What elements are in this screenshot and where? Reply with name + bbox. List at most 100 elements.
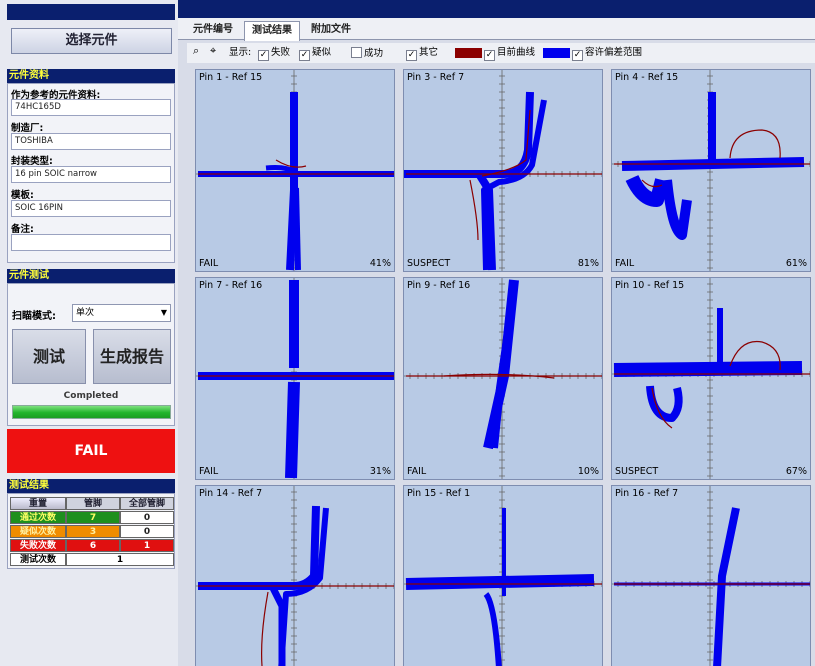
result-row-label: 疑似次数 [10, 525, 66, 538]
top-title-bar [178, 0, 815, 18]
curve-plot[interactable]: Pin 9 - Ref 16 FAIL 10% [403, 277, 603, 480]
scan-mode-select[interactable]: 单次 ▼ [72, 304, 171, 322]
fail-filter-label: 失败 [271, 47, 291, 58]
curve-plot-graph [612, 278, 810, 479]
curve-plot[interactable]: Pin 15 - Ref 1 [403, 485, 603, 666]
curve-plot-graph [612, 70, 810, 271]
tolerance-band [646, 385, 683, 422]
tolerance-band [286, 92, 298, 271]
other-filter-checkbox[interactable]: ✓ 其它 [406, 47, 438, 61]
test-results-title: 测试结果 [7, 479, 175, 493]
scan-mode-value: 单次 [76, 308, 95, 318]
zoom-out-icon[interactable]: ⌖ [210, 45, 216, 57]
plot-axes [612, 486, 810, 666]
plot-status: SUSPECT [407, 258, 451, 269]
current-curve [729, 129, 781, 159]
result-row-all-pins: 0 [120, 525, 174, 538]
notes-field[interactable] [11, 234, 171, 251]
curve-plot[interactable]: Pin 16 - Ref 7 [611, 485, 811, 666]
all-pins-header: 全部管脚 [120, 497, 174, 510]
total-tests-label: 测试次数 [10, 553, 66, 566]
pass-filter-label: 成功 [364, 48, 384, 59]
template-field[interactable]: SOIC 16PIN [11, 200, 171, 217]
maker-label: 制造厂: [11, 123, 44, 134]
plot-title: Pin 16 - Ref 7 [615, 488, 679, 499]
plot-match-percent: 81% [577, 258, 599, 269]
curve-plot-graph [404, 486, 602, 666]
checkbox-checked-icon[interactable]: ✓ [484, 50, 495, 61]
result-row-label: 失败次数 [10, 539, 66, 552]
plot-match-percent: 31% [369, 466, 391, 477]
result-row-pins: 3 [66, 525, 120, 538]
tolerance-band [404, 91, 534, 178]
package-label: 封装类型: [11, 156, 53, 167]
plot-axis-line [196, 486, 394, 666]
plot-axes [612, 278, 810, 479]
maker-field[interactable]: TOSHIBA [11, 133, 171, 150]
checkbox-checked-icon[interactable]: ✓ [299, 50, 310, 61]
plot-match-percent: 41% [369, 258, 391, 269]
result-banner: FAIL [7, 429, 175, 473]
display-label: 显示: [229, 47, 252, 58]
tab-component-id[interactable]: 元件编号 [184, 21, 242, 40]
test-results-panel: 重置 管脚 全部管脚 通过次数 7 0 疑似次数 3 0 失败次数 6 1 测试次数 1 [7, 493, 175, 569]
tolerance-checkbox[interactable]: ✓ 容许偏差范围 [572, 47, 642, 61]
plot-grid: Pin 1 - Ref 15 FAIL 41% Pin 3 - Ref 7 SUSPEC… [187, 64, 815, 666]
current-curve-checkbox[interactable]: ✓ 目前曲线 [484, 47, 535, 61]
curve-plot-graph [404, 70, 602, 271]
current-curve [469, 179, 479, 241]
tolerance-band [483, 592, 502, 666]
curve-plot[interactable]: Pin 10 - Ref 15 SUSPECT 67% [611, 277, 811, 480]
dropdown-arrow-icon[interactable]: ▼ [161, 305, 167, 321]
plot-axes [196, 486, 394, 666]
package-field[interactable]: 16 pin SOIC narrow [11, 166, 171, 183]
plot-match-percent: 67% [785, 466, 807, 477]
tolerance-band [285, 381, 300, 479]
plot-axis-line [612, 486, 810, 666]
curve-plot-graph [404, 278, 602, 479]
curve-plot-graph [196, 278, 394, 479]
pins-header: 管脚 [66, 497, 120, 510]
result-row-all-pins: 0 [120, 511, 174, 524]
result-row-all-pins: 1 [120, 539, 174, 552]
tab-bar: 元件编号 测试结果 附加文件 [178, 18, 815, 41]
reference-field[interactable]: 74HC165D [11, 99, 171, 116]
tolerance-swatch [543, 48, 570, 58]
plot-status: FAIL [199, 258, 219, 269]
total-tests-value: 1 [66, 553, 174, 566]
select-component-button[interactable]: 选择元件 [11, 28, 172, 54]
curve-plot[interactable]: Pin 1 - Ref 15 FAIL 41% [195, 69, 395, 272]
test-button[interactable]: 测试 [12, 329, 86, 384]
checkbox-checked-icon[interactable]: ✓ [258, 50, 269, 61]
curve-plot[interactable]: Pin 7 - Ref 16 FAIL 31% [195, 277, 395, 480]
curve-plot-graph [612, 486, 810, 666]
plot-title: Pin 1 - Ref 15 [199, 72, 263, 83]
current-curve-label: 目前曲线 [497, 47, 536, 58]
tolerance-band [198, 505, 320, 590]
generate-report-button[interactable]: 生成报告 [93, 329, 171, 384]
checkbox-unchecked-icon[interactable] [351, 47, 362, 58]
reset-button[interactable]: 重置 [10, 497, 66, 510]
tab-attachments[interactable]: 附加文件 [302, 21, 360, 40]
component-test-title: 元件测试 [7, 269, 175, 283]
fail-filter-checkbox[interactable]: ✓ 失败 [258, 47, 290, 61]
curve-plot[interactable]: Pin 14 - Ref 7 [195, 485, 395, 666]
other-filter-label: 其它 [419, 47, 439, 58]
left-panel: 选择元件 元件资料 作为参考的元件资料: 74HC165D 制造厂: TOSHI… [0, 0, 178, 666]
curve-plot[interactable]: Pin 4 - Ref 15 FAIL 61% [611, 69, 811, 272]
suspect-filter-checkbox[interactable]: ✓ 疑似 [299, 47, 331, 61]
curve-plot-graph [196, 486, 394, 666]
plot-status: FAIL [615, 258, 635, 269]
pass-filter-checkbox[interactable]: 成功 [351, 47, 383, 60]
checkbox-checked-icon[interactable]: ✓ [406, 50, 417, 61]
zoom-in-icon[interactable]: ⌕ [193, 45, 199, 57]
notes-label: 备注: [11, 224, 34, 235]
tolerance-band [713, 507, 740, 666]
plot-title: Pin 10 - Ref 15 [615, 280, 685, 291]
curve-plot[interactable]: Pin 3 - Ref 7 SUSPECT 81% [403, 69, 603, 272]
plot-title: Pin 7 - Ref 16 [199, 280, 263, 291]
checkbox-checked-icon[interactable]: ✓ [572, 50, 583, 61]
tab-test-results[interactable]: 测试结果 [244, 21, 300, 41]
component-info-title: 元件资料 [7, 69, 175, 83]
result-row-pins: 7 [66, 511, 120, 524]
